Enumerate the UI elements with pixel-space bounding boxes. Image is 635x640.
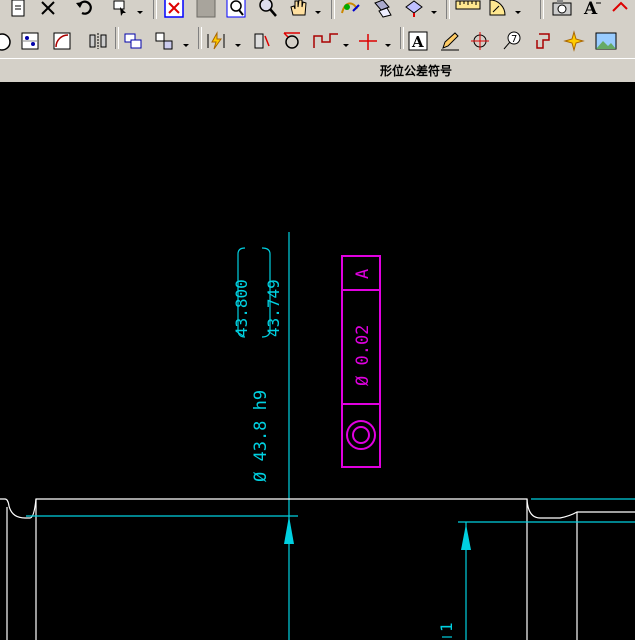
fcf-datum-text: A [353,269,373,279]
target-icon[interactable] [468,29,492,53]
undo-icon[interactable] [72,0,96,20]
snap-tool-icon[interactable] [402,0,426,20]
extra-icon[interactable] [608,0,632,20]
chevron-down-icon[interactable] [314,0,322,24]
pan-hand-icon[interactable] [286,0,310,20]
chevron-down-icon[interactable] [514,0,522,24]
svg-text:7: 7 [511,34,517,45]
bracket-icon[interactable] [532,29,556,53]
text-a-icon[interactable]: A [580,0,604,20]
toolbar-separator [540,0,544,19]
toolbar-separator [153,0,157,19]
sparkle-icon[interactable] [562,29,586,53]
toolbar-separator [198,27,202,49]
crosshair-icon[interactable] [356,29,380,53]
transform-tool-icon[interactable] [370,0,394,20]
toolbar-separator [400,27,404,49]
part-outline [0,498,635,519]
dimension-arrowhead-right [461,524,471,550]
status-strip: 形位公差符号 [0,58,635,81]
lower-deviation-text: 43.749 [264,279,283,337]
toolbar-separator [115,27,119,49]
camera-icon[interactable] [550,0,574,20]
mirror-icon[interactable] [86,29,110,53]
modify-tool-icon[interactable] [338,0,362,20]
circle-icon[interactable] [0,29,14,53]
zoom-realtime-icon[interactable] [256,0,280,20]
protractor-icon[interactable] [486,0,510,20]
profile-icon[interactable] [312,29,340,53]
chevron-down-icon[interactable] [136,0,144,24]
chevron-down-icon[interactable] [342,33,350,57]
concentricity-icon [346,420,376,450]
toolbar-separator [446,0,450,19]
pencil-icon[interactable] [438,29,462,53]
toolbar-row-1: A [0,0,635,30]
drawing-svg: Ø 43.8 h9 43.800 43.749 A Ø 0.02 1 [0,232,635,640]
zoom-window-icon[interactable] [224,0,248,20]
fcf-tolerance-text: Ø 0.02 [353,325,373,386]
svg-text:A: A [583,0,598,19]
chevron-down-icon[interactable] [430,0,438,24]
right-dimension-text: 1 [437,622,456,632]
image-icon[interactable] [594,29,618,53]
delete-x-icon[interactable] [36,0,60,20]
status-label: 形位公差符号 [380,64,453,78]
arc-icon[interactable] [50,29,74,53]
radius-dim-icon[interactable] [250,29,274,53]
new-file-icon[interactable] [6,0,30,20]
zoom-extent-icon[interactable] [162,0,186,20]
toolbar-row-2: A 7 [0,27,635,57]
point-grid-icon[interactable] [18,29,42,53]
chevron-down-icon[interactable] [182,33,190,57]
text-box-icon[interactable]: A [406,29,430,53]
toolbar-area: A A 7 形位公差符号 [0,0,635,83]
chevron-down-icon[interactable] [234,33,242,57]
balloon-icon[interactable]: 7 [500,29,524,53]
tolerance-dim-icon[interactable] [280,29,304,53]
toolbar-separator [331,0,335,19]
offset-icon[interactable] [152,29,176,53]
group-icon[interactable] [122,29,146,53]
svg-text:A: A [411,33,424,51]
dimension-arrowhead [284,516,294,544]
ruler-icon[interactable] [454,0,482,20]
lightning-dim-icon[interactable] [204,29,228,53]
grey-box-icon[interactable] [194,0,218,20]
layer-select-icon[interactable] [108,0,132,20]
chevron-down-icon[interactable] [384,33,392,57]
dimension-text: Ø 43.8 h9 [251,390,271,482]
drawing-canvas[interactable]: Ø 43.8 h9 43.800 43.749 A Ø 0.02 1 [0,82,635,640]
upper-deviation-text: 43.800 [232,279,251,337]
